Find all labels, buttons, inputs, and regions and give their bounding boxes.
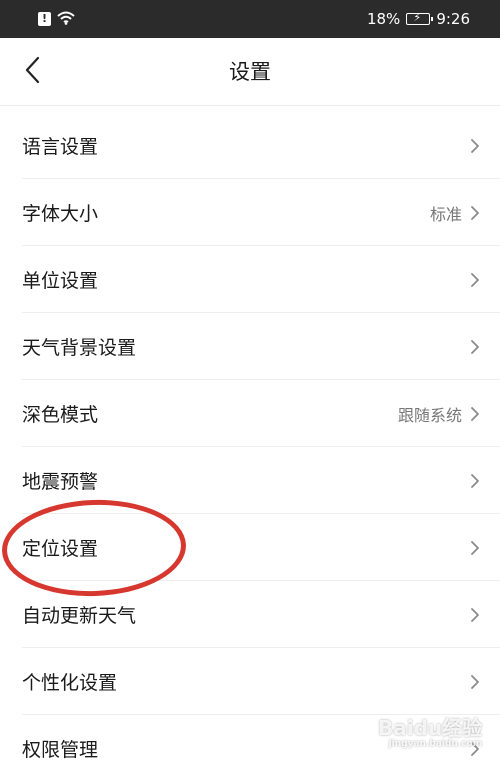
status-bar: ! 18% ⚡ 9:26 — [0, 0, 500, 38]
settings-list: 语言设置 字体大小 标准 单位设置 天气背景设置 深色模式 跟随系统 地震预警 … — [0, 112, 500, 782]
settings-item-personalization[interactable]: 个性化设置 — [0, 648, 500, 715]
page-title: 设置 — [229, 60, 271, 84]
chevron-right-icon — [470, 607, 480, 623]
settings-item-label: 天气背景设置 — [22, 337, 137, 359]
clock-time: 9:26 — [436, 10, 470, 28]
settings-item-language[interactable]: 语言设置 — [0, 112, 500, 179]
settings-item-font-size[interactable]: 字体大小 标准 — [0, 179, 500, 246]
settings-item-weather-background[interactable]: 天气背景设置 — [0, 313, 500, 380]
chevron-right-icon — [470, 406, 480, 422]
chevron-right-icon — [470, 205, 480, 221]
settings-item-units[interactable]: 单位设置 — [0, 246, 500, 313]
settings-item-label: 字体大小 — [22, 203, 99, 225]
settings-item-value: 标准 — [429, 204, 462, 224]
settings-item-label: 个性化设置 — [22, 672, 118, 694]
settings-item-value: 跟随系统 — [397, 405, 462, 425]
wifi-icon — [57, 10, 75, 29]
settings-item-label: 深色模式 — [22, 404, 99, 426]
chevron-right-icon — [470, 741, 480, 757]
settings-item-label: 语言设置 — [22, 136, 99, 158]
settings-item-permissions[interactable]: 权限管理 — [0, 715, 500, 782]
status-right: 18% ⚡ 9:26 — [367, 10, 470, 28]
chevron-right-icon — [470, 473, 480, 489]
status-left: ! — [38, 10, 75, 29]
chevron-right-icon — [470, 540, 480, 556]
settings-item-earthquake-alert[interactable]: 地震预警 — [0, 447, 500, 514]
chevron-right-icon — [470, 138, 480, 154]
sim-alert-icon: ! — [38, 12, 51, 26]
settings-item-label: 定位设置 — [22, 538, 99, 560]
chevron-right-icon — [470, 339, 480, 355]
battery-percent: 18% — [366, 10, 401, 28]
settings-item-auto-update-weather[interactable]: 自动更新天气 — [0, 581, 500, 648]
settings-item-label: 地震预警 — [22, 471, 99, 493]
app-header: 设置 — [0, 38, 500, 106]
settings-item-label: 单位设置 — [22, 270, 99, 292]
settings-item-label: 权限管理 — [22, 739, 99, 761]
chevron-right-icon — [470, 272, 480, 288]
settings-item-location[interactable]: 定位设置 — [0, 514, 500, 581]
battery-charging-icon: ⚡ — [406, 11, 434, 25]
settings-item-label: 自动更新天气 — [22, 605, 137, 627]
chevron-right-icon — [470, 674, 480, 690]
back-button[interactable] — [14, 52, 50, 88]
chevron-left-icon — [25, 56, 40, 84]
settings-item-dark-mode[interactable]: 深色模式 跟随系统 — [0, 380, 500, 447]
